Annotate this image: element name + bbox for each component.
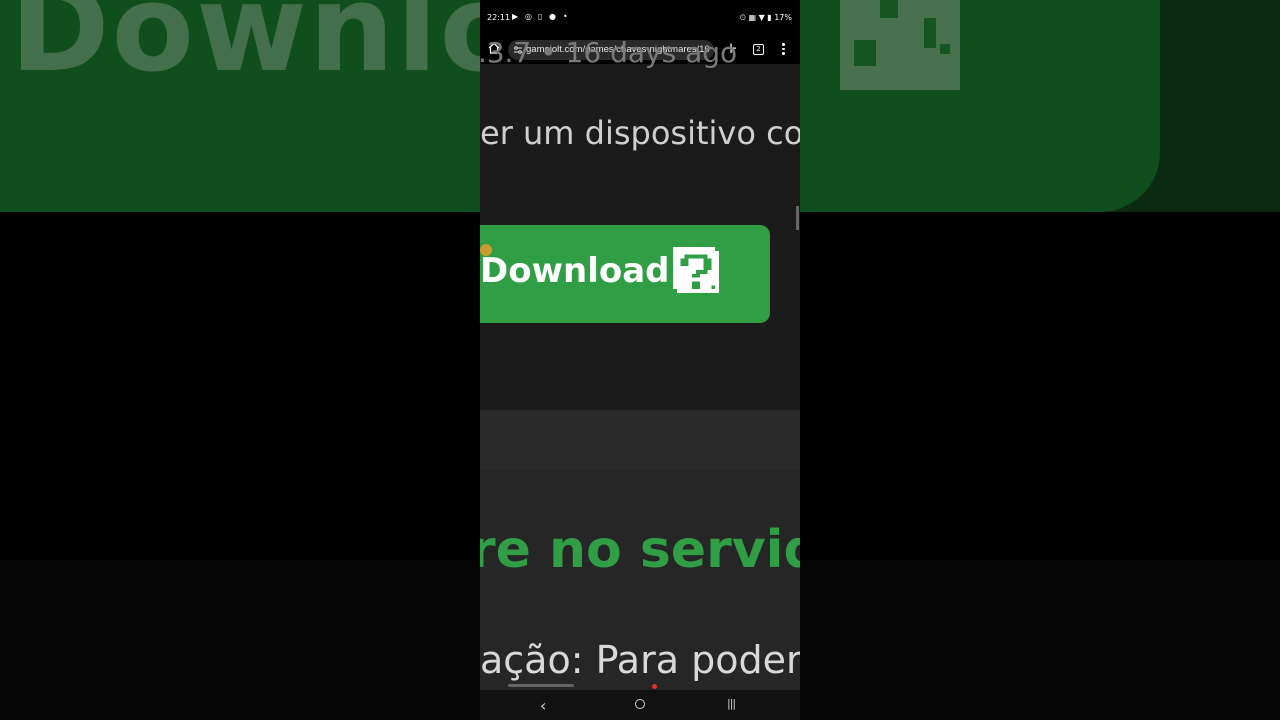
status-bar: 22:11 ▶ ◎ ▯ ● • ⏲ ▦ ▼ ▮ 17%	[480, 0, 800, 34]
page-scrollbar[interactable]	[796, 206, 799, 230]
section-divider	[480, 410, 800, 470]
more-menu-icon[interactable]	[782, 43, 786, 57]
wifi-icon: ▼	[758, 13, 765, 22]
download-label: Download	[480, 251, 670, 291]
game-description: er um dispositivo com	[480, 114, 800, 152]
download-button[interactable]: Download	[480, 225, 770, 323]
phone-icon: ▯	[538, 12, 543, 21]
gesture-handle	[508, 684, 574, 687]
info-section: re no servido ação: Para poder c	[480, 470, 800, 690]
dot-icon: •	[563, 12, 568, 21]
record-icon: ●	[549, 12, 556, 21]
alarm-icon: ⏲	[739, 13, 746, 22]
edit-badge-icon	[480, 244, 492, 256]
back-icon[interactable]: ‹	[540, 696, 546, 715]
battery-icon: ▮	[767, 13, 772, 22]
phone-screen: 22:11 ▶ ◎ ▯ ● • ⏲ ▦ ▼ ▮ 17% gamejolt.com…	[480, 0, 800, 720]
system-nav-bar: ‹ |||	[480, 690, 800, 720]
recents-icon[interactable]: |||	[727, 697, 736, 710]
status-time: 22:11	[487, 13, 511, 22]
backdrop-pixel-icon	[840, 0, 960, 90]
recording-dot-icon	[652, 684, 657, 689]
status-right: ⏲ ▦ ▼ ▮ 17%	[740, 13, 792, 23]
page-content: 1.3.7 • 16 days ago er um dispositivo co…	[480, 36, 800, 690]
accessibility-icon: ◎	[525, 12, 532, 21]
youtube-icon: ▶	[512, 12, 519, 21]
section-heading: re no servido	[480, 520, 800, 580]
battery-percent: 17%	[774, 13, 792, 22]
version-line: 1.3.7 • 16 days ago	[480, 36, 738, 69]
section-paragraph: ação: Para poder c	[480, 638, 800, 682]
backdrop-word: Downlo	[10, 0, 524, 99]
signal-icon: ▦	[748, 13, 757, 22]
home-nav-icon[interactable]	[635, 699, 645, 709]
tab-switcher-button[interactable]: 2	[753, 44, 764, 55]
pixel-question-icon	[673, 247, 719, 293]
